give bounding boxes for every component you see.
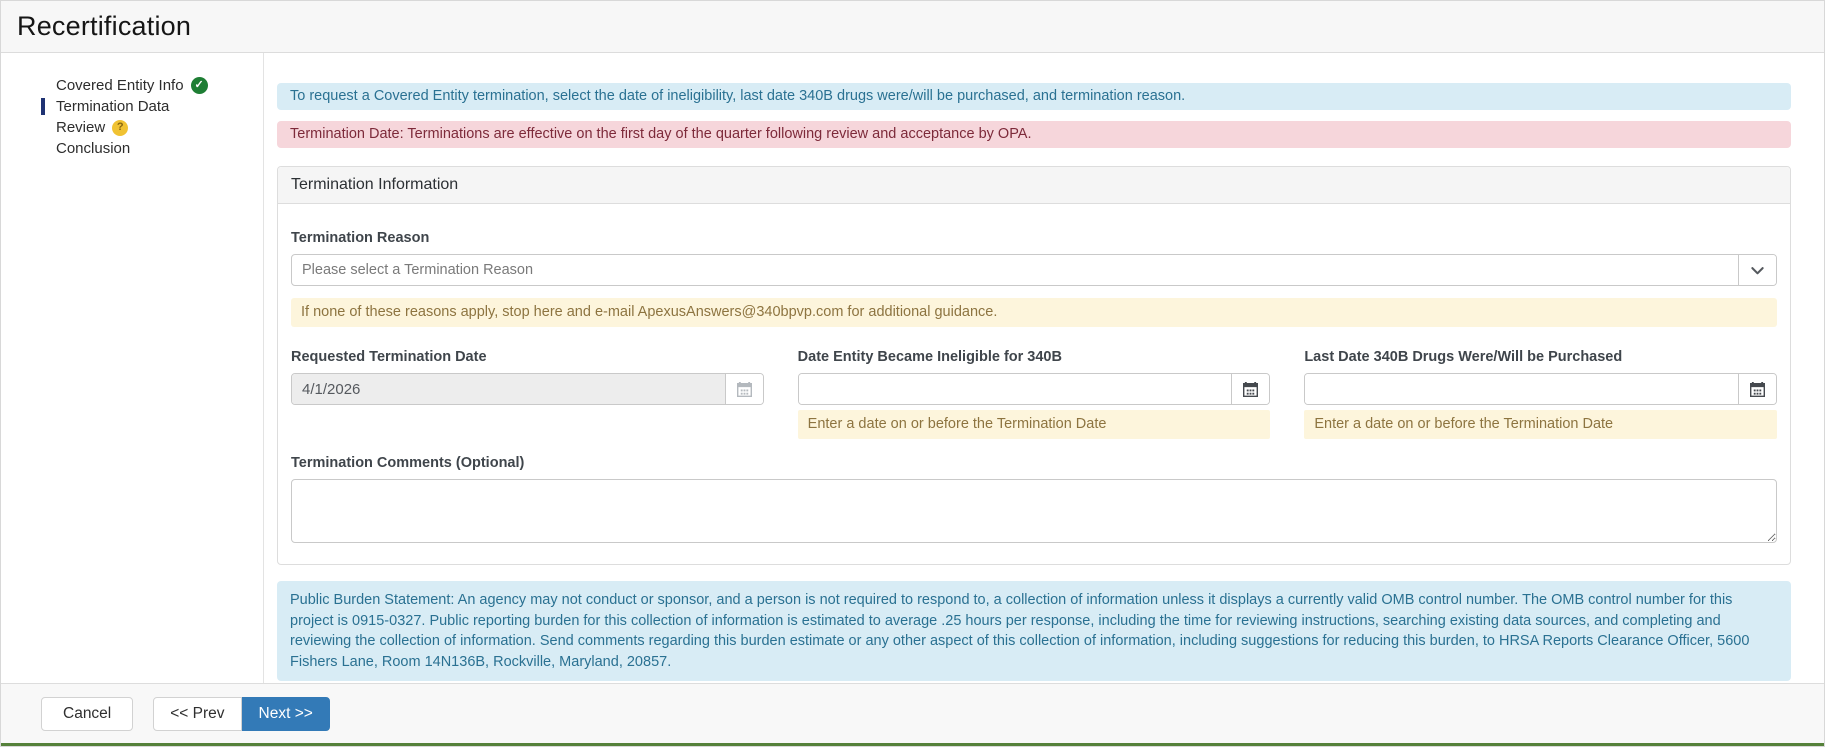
- chevron-down-icon[interactable]: [1738, 255, 1776, 285]
- info-alert: To request a Covered Entity termination,…: [277, 83, 1791, 110]
- page-title: Recertification: [17, 11, 192, 41]
- sidebar-item-covered-entity-info[interactable]: Covered Entity Info ✓: [1, 75, 263, 96]
- last-purchase-date-group: [1304, 373, 1777, 405]
- sidebar-item-label: Termination Data: [56, 98, 170, 115]
- sidebar-item-label: Review: [56, 119, 106, 136]
- requested-termination-date-input: [292, 374, 725, 404]
- date-entity-ineligible-label: Date Entity Became Ineligible for 340B: [797, 349, 1062, 365]
- termination-date-alert: Termination Date: Terminations are effec…: [277, 121, 1791, 148]
- calendar-icon: [724, 374, 763, 404]
- last-purchase-date-input[interactable]: [1305, 374, 1738, 404]
- next-button[interactable]: Next >>: [241, 696, 330, 731]
- sidebar-item-label: Covered Entity Info: [56, 77, 184, 94]
- termination-comments-block: Termination Comments (Optional): [291, 455, 1777, 548]
- recertification-page: Recertification Covered Entity Info ✓ Te…: [0, 0, 1825, 747]
- check-circle-icon: ✓: [190, 77, 208, 94]
- cancel-button[interactable]: Cancel: [41, 696, 134, 731]
- prev-next-button-group: << Prev Next >>: [153, 696, 330, 731]
- requested-termination-date-field: Requested Termination Date: [291, 349, 764, 439]
- requested-termination-date-group: [291, 373, 764, 405]
- reason-guidance-note: If none of these reasons apply, stop her…: [291, 298, 1777, 327]
- wizard-steps-sidebar: Covered Entity Info ✓ Termination Data R…: [1, 53, 264, 683]
- termination-comments-textarea[interactable]: [291, 479, 1777, 543]
- sidebar-item-label: Conclusion: [56, 140, 131, 157]
- termination-comments-label: Termination Comments (Optional): [291, 455, 525, 471]
- main-content: To request a Covered Entity termination,…: [264, 53, 1824, 683]
- footer-action-bar: Cancel << Prev Next >>: [1, 683, 1824, 743]
- last-purchase-date-label: Last Date 340B Drugs Were/Will be Purcha…: [1304, 349, 1623, 365]
- date-fields-row: Requested Termination Date Date Entity B…: [291, 349, 1777, 439]
- footer-green-strip: [1, 743, 1824, 746]
- termination-reason-label: Termination Reason: [291, 230, 430, 246]
- page-header: Recertification: [1, 1, 1824, 53]
- date-entity-ineligible-field: Date Entity Became Ineligible for 340B E…: [797, 349, 1271, 439]
- calendar-icon[interactable]: [1737, 374, 1776, 404]
- last-purchase-date-note: Enter a date on or before the Terminatio…: [1304, 410, 1777, 439]
- termination-reason-select[interactable]: Please select a Termination Reason: [291, 254, 1777, 286]
- date-entity-ineligible-note: Enter a date on or before the Terminatio…: [797, 410, 1271, 439]
- sidebar-item-conclusion[interactable]: Conclusion: [1, 138, 263, 159]
- sidebar-item-termination-data[interactable]: Termination Data: [1, 96, 263, 117]
- termination-reason-placeholder: Please select a Termination Reason: [302, 262, 534, 278]
- date-entity-ineligible-input[interactable]: [798, 374, 1232, 404]
- prev-button[interactable]: << Prev: [153, 696, 242, 731]
- public-burden-statement: Public Burden Statement: An agency may n…: [277, 581, 1791, 681]
- panel-title: Termination Information: [278, 167, 1790, 204]
- requested-termination-date-label: Requested Termination Date: [291, 349, 487, 365]
- last-purchase-date-field: Last Date 340B Drugs Were/Will be Purcha…: [1304, 349, 1777, 439]
- sidebar-item-review[interactable]: Review ?: [1, 117, 263, 138]
- panel-body: Termination Reason Please select a Termi…: [278, 204, 1790, 564]
- calendar-icon[interactable]: [1231, 374, 1270, 404]
- page-body: Covered Entity Info ✓ Termination Data R…: [1, 53, 1824, 683]
- question-circle-icon: ?: [112, 119, 129, 136]
- termination-information-panel: Termination Information Termination Reas…: [277, 166, 1791, 565]
- date-entity-ineligible-group: [797, 373, 1271, 405]
